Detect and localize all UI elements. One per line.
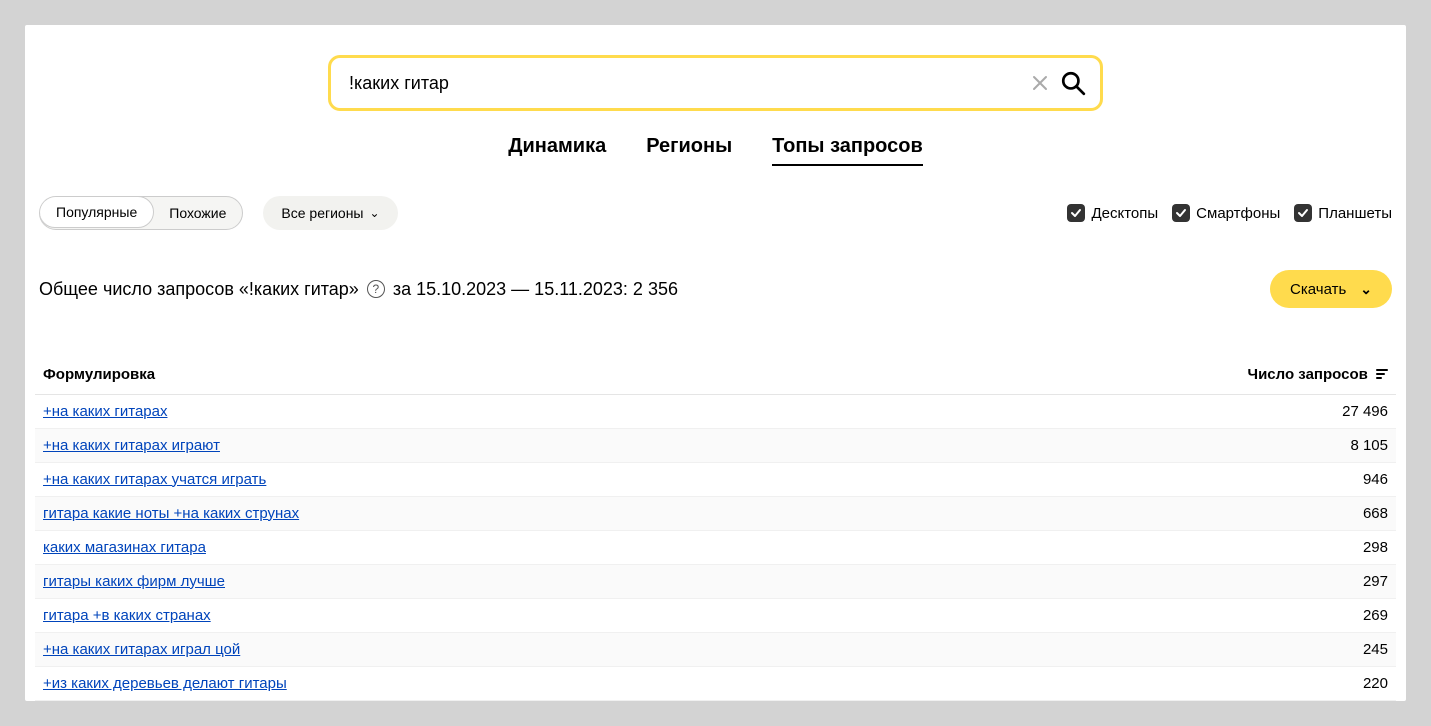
query-cell: +из каких деревьев делают гитары <box>35 666 899 700</box>
table-row: +на каких гитарах 27 496 <box>35 394 1396 428</box>
tab-top-queries[interactable]: Топы запросов <box>772 135 923 166</box>
table-row: гитара +в каких странах 269 <box>35 598 1396 632</box>
count-cell: 220 <box>899 666 1396 700</box>
query-cell: каких магазинах гитара <box>35 530 899 564</box>
col-header-count[interactable]: Число запросов <box>899 356 1396 394</box>
toggle-popular[interactable]: Популярные <box>39 196 154 228</box>
query-link[interactable]: +на каких гитарах играют <box>43 437 220 454</box>
count-cell: 8 105 <box>899 428 1396 462</box>
count-cell: 298 <box>899 530 1396 564</box>
query-cell: гитара какие ноты +на каких струнах <box>35 496 899 530</box>
query-link[interactable]: +на каких гитарах <box>43 403 167 420</box>
chevron-down-icon: ⌄ <box>369 206 379 220</box>
count-cell: 269 <box>899 598 1396 632</box>
query-link[interactable]: гитара какие ноты +на каких струнах <box>43 505 299 522</box>
query-cell: +на каких гитарах <box>35 394 899 428</box>
searchbar <box>328 55 1103 111</box>
check-tablets-label: Планшеты <box>1318 205 1392 222</box>
table-row: каких магазинах гитара 298 <box>35 530 1396 564</box>
device-checks: Десктопы Смартфоны Планшеты <box>1067 204 1392 222</box>
tabs: Динамика Регионы Топы запросов <box>35 135 1396 166</box>
search-icon[interactable] <box>1060 70 1086 96</box>
query-cell: +на каких гитарах играют <box>35 428 899 462</box>
check-desktops[interactable]: Десктопы <box>1067 204 1158 222</box>
toggle-similar[interactable]: Похожие <box>153 197 242 229</box>
query-cell: гитары каких фирм лучше <box>35 564 899 598</box>
results-table: Формулировка Число запросов +на каких ги… <box>35 356 1396 701</box>
check-smartphones[interactable]: Смартфоны <box>1172 204 1280 222</box>
count-cell: 946 <box>899 462 1396 496</box>
query-link[interactable]: гитара +в каких странах <box>43 607 211 624</box>
summary-row: Общее число запросов «!каких гитар» ? за… <box>35 270 1396 308</box>
chevron-down-icon: ⌄ <box>1360 281 1372 298</box>
query-link[interactable]: каких магазинах гитара <box>43 539 206 556</box>
check-tablets[interactable]: Планшеты <box>1294 204 1392 222</box>
count-cell: 245 <box>899 632 1396 666</box>
count-cell: 668 <box>899 496 1396 530</box>
download-label: Скачать <box>1290 281 1346 298</box>
search-input[interactable] <box>349 73 1020 94</box>
query-link[interactable]: +на каких гитарах играл цой <box>43 641 240 658</box>
popularity-toggle: Популярные Похожие <box>39 196 243 230</box>
checkbox-icon <box>1067 204 1085 222</box>
query-cell: +на каких гитарах играл цой <box>35 632 899 666</box>
summary-suffix: за 15.10.2023 — 15.11.2023: 2 356 <box>393 279 678 300</box>
summary-text: Общее число запросов «!каких гитар» ? за… <box>39 279 678 300</box>
regions-dropdown[interactable]: Все регионы ⌄ <box>263 196 397 230</box>
table-row: +из каких деревьев делают гитары 220 <box>35 666 1396 700</box>
left-controls: Популярные Похожие Все регионы ⌄ <box>39 196 398 230</box>
tab-dynamics[interactable]: Динамика <box>508 135 606 166</box>
query-cell: +на каких гитарах учатся играть <box>35 462 899 496</box>
controls-row: Популярные Похожие Все регионы ⌄ Десктоп… <box>35 196 1396 230</box>
page: Динамика Регионы Топы запросов Популярны… <box>25 25 1406 701</box>
count-cell: 27 496 <box>899 394 1396 428</box>
check-desktops-label: Десктопы <box>1091 205 1158 222</box>
download-button[interactable]: Скачать ⌄ <box>1270 270 1392 308</box>
tab-regions[interactable]: Регионы <box>646 135 732 166</box>
table-row: +на каких гитарах учатся играть 946 <box>35 462 1396 496</box>
checkbox-icon <box>1172 204 1190 222</box>
col-header-query[interactable]: Формулировка <box>35 356 899 394</box>
query-link[interactable]: +на каких гитарах учатся играть <box>43 471 266 488</box>
query-link[interactable]: +из каких деревьев делают гитары <box>43 675 287 692</box>
table-row: гитара какие ноты +на каких струнах 668 <box>35 496 1396 530</box>
help-icon[interactable]: ? <box>367 280 385 298</box>
searchbar-wrap <box>35 55 1396 111</box>
table-row: +на каких гитарах играл цой 245 <box>35 632 1396 666</box>
table-row: гитары каких фирм лучше 297 <box>35 564 1396 598</box>
query-link[interactable]: гитары каких фирм лучше <box>43 573 225 590</box>
regions-label: Все регионы <box>281 205 363 221</box>
table-row: +на каких гитарах играют 8 105 <box>35 428 1396 462</box>
sort-desc-icon <box>1376 367 1388 384</box>
summary-prefix: Общее число запросов «!каких гитар» <box>39 279 359 300</box>
checkbox-icon <box>1294 204 1312 222</box>
count-cell: 297 <box>899 564 1396 598</box>
clear-icon[interactable] <box>1032 75 1048 91</box>
check-smartphones-label: Смартфоны <box>1196 205 1280 222</box>
query-cell: гитара +в каких странах <box>35 598 899 632</box>
